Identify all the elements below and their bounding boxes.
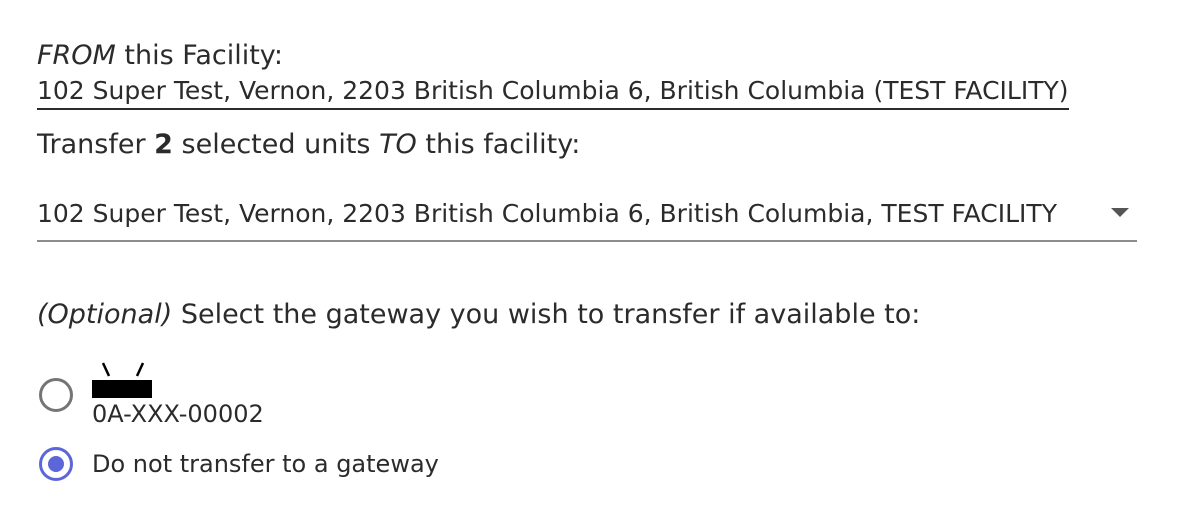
transfer-prefix: Transfer — [37, 129, 155, 160]
from-facility-heading: FROM this Facility: — [37, 38, 283, 74]
gateway-option-label[interactable]: 0A-XXX-00002 — [92, 399, 264, 429]
destination-facility-value: 102 Super Test, Vernon, 2203 British Col… — [37, 199, 1057, 228]
from-facility-value: 102 Super Test, Vernon, 2203 British Col… — [37, 74, 1069, 110]
to-emphasis: TO — [379, 129, 417, 160]
no-gateway-option-radio[interactable] — [39, 447, 73, 481]
transfer-suffix: this facility: — [416, 129, 581, 160]
destination-facility-select[interactable]: 102 Super Test, Vernon, 2203 British Col… — [37, 194, 1137, 242]
radio-selected-dot — [48, 456, 64, 472]
optional-emphasis: (Optional) — [37, 299, 173, 330]
from-heading-text: this Facility: — [115, 40, 283, 71]
no-gateway-option-label[interactable]: Do not transfer to a gateway — [92, 449, 439, 479]
selected-unit-count: 2 — [154, 129, 173, 160]
router-icon — [92, 362, 152, 398]
transfer-middle: selected units — [172, 129, 380, 160]
dropdown-caret-icon[interactable] — [1111, 208, 1129, 217]
gateway-heading-text: Select the gateway you wish to transfer … — [172, 299, 921, 330]
from-emphasis: FROM — [37, 40, 116, 71]
gateway-option-radio[interactable] — [39, 378, 73, 412]
gateway-heading: (Optional) Select the gateway you wish t… — [37, 296, 920, 334]
transfer-heading: Transfer 2 selected units TO this facili… — [37, 126, 580, 164]
